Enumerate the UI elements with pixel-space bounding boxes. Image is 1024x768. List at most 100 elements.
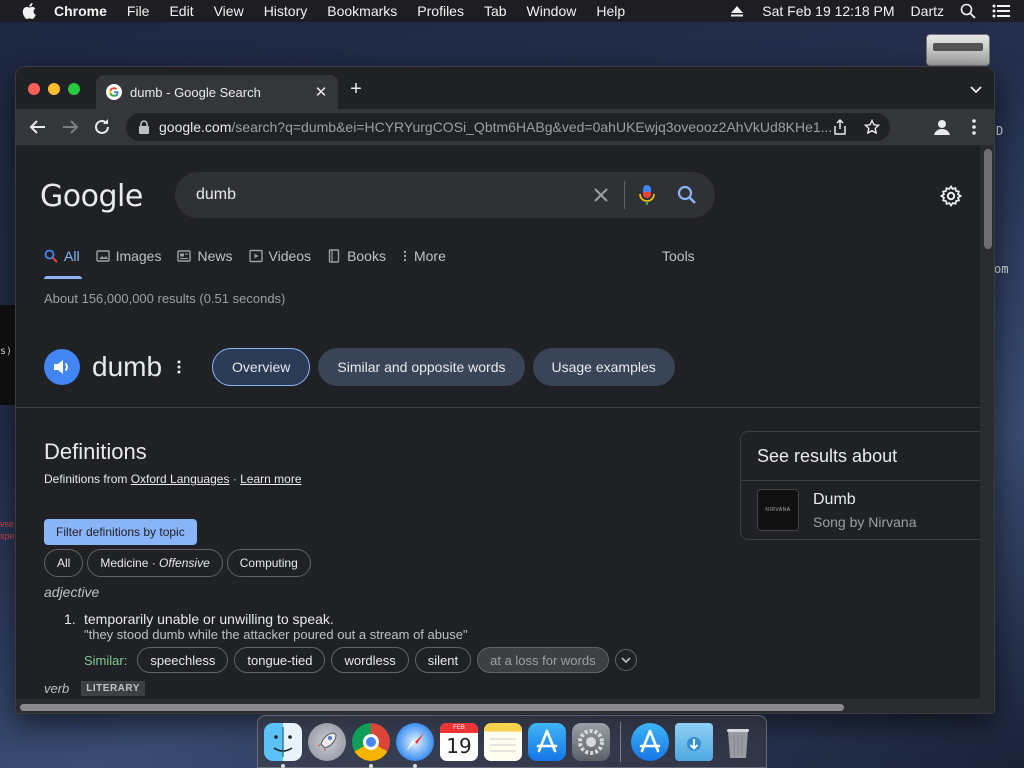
system-preferences-icon[interactable] xyxy=(572,722,610,761)
tab-books[interactable]: Books xyxy=(327,245,386,267)
tab-videos[interactable]: Videos xyxy=(248,245,311,267)
launchpad-icon[interactable] xyxy=(308,722,346,761)
search-box[interactable]: dumb xyxy=(175,172,715,218)
menu-app-chrome[interactable]: Chrome xyxy=(54,3,107,19)
lock-icon[interactable] xyxy=(138,120,150,134)
tab-images[interactable]: Images xyxy=(95,245,161,267)
related-result-title[interactable]: Dumb xyxy=(813,491,856,509)
menu-file[interactable]: File xyxy=(127,3,150,19)
nirvana-thumbnail[interactable]: NIRVANA xyxy=(757,489,799,531)
browser-tab[interactable]: dumb - Google Search ✕ xyxy=(96,75,338,109)
settings-gear-icon[interactable] xyxy=(940,185,962,207)
menu-bookmarks[interactable]: Bookmarks xyxy=(327,3,397,19)
image-icon xyxy=(95,250,110,262)
synonym-chip[interactable]: at a loss for words xyxy=(477,647,609,673)
dictionary-word: dumb xyxy=(92,351,163,382)
window-maximize-button[interactable] xyxy=(68,83,80,95)
menubar-datetime[interactable]: Sat Feb 19 12:18 PM xyxy=(762,3,894,19)
finder-icon[interactable] xyxy=(264,722,302,768)
new-tab-button[interactable]: + xyxy=(346,79,366,99)
search-type-tabs: All Images News Videos Books More xyxy=(44,245,462,279)
downloads-folder-icon[interactable] xyxy=(675,722,713,761)
clear-icon[interactable] xyxy=(592,186,610,204)
hard-drive-icon[interactable] xyxy=(926,34,990,66)
download-arrow-icon xyxy=(687,736,701,751)
search-input[interactable]: dumb xyxy=(196,186,592,204)
oxford-languages-link[interactable]: Oxford Languages xyxy=(131,472,230,486)
pronunciation-speaker-button[interactable] xyxy=(44,349,80,385)
sense-number: 1. xyxy=(64,611,76,627)
forward-arrow-icon[interactable] xyxy=(60,117,80,137)
expand-synonyms-button[interactable] xyxy=(614,649,637,671)
microphone-icon[interactable] xyxy=(639,184,655,206)
synonym-chip[interactable]: speechless xyxy=(137,647,229,673)
search-icon[interactable] xyxy=(677,185,697,205)
notes-icon[interactable] xyxy=(484,722,522,761)
reload-icon[interactable] xyxy=(92,117,112,137)
see-results-heading: See results about xyxy=(757,446,898,466)
synonym-chip[interactable]: silent xyxy=(414,647,472,673)
trash-icon[interactable] xyxy=(719,723,757,761)
safari-icon[interactable] xyxy=(396,722,434,768)
control-center-icon[interactable] xyxy=(992,4,1010,18)
address-bar[interactable]: google.com/search?q=dumb&ei=HCYRYurgCOSi… xyxy=(126,113,890,141)
background-text-right-2: om xyxy=(994,262,1009,276)
google-logo[interactable]: Google xyxy=(40,179,143,214)
chip-medicine[interactable]: Medicine · Offensive xyxy=(87,549,223,577)
url-text[interactable]: google.com/search?q=dumb&ei=HCYRYurgCOSi… xyxy=(159,119,849,135)
app-store-icon[interactable] xyxy=(528,722,566,761)
synonym-chip[interactable]: wordless xyxy=(331,647,409,673)
vertical-scroll-thumb[interactable] xyxy=(984,149,992,249)
menu-view[interactable]: View xyxy=(214,3,244,19)
rocket-icon xyxy=(318,731,337,751)
vertical-scrollbar[interactable] xyxy=(980,145,994,699)
usage-examples-pill[interactable]: Usage examples xyxy=(532,348,675,386)
window-minimize-button[interactable] xyxy=(48,83,60,95)
overview-pill[interactable]: Overview xyxy=(212,348,311,386)
spotlight-search-icon[interactable] xyxy=(960,3,976,19)
dock-separator xyxy=(620,721,621,762)
menu-tab[interactable]: Tab xyxy=(484,3,507,19)
horizontal-scrollbar[interactable] xyxy=(16,699,994,713)
similar-words-row: Similar: speechless tongue-tied wordless… xyxy=(84,647,637,673)
tab-books-label: Books xyxy=(347,248,386,264)
definition-sense-1: 1. temporarily unable or unwilling to spe… xyxy=(64,611,334,627)
learn-more-link[interactable]: Learn more xyxy=(240,472,301,486)
tab-strip: dumb - Google Search ✕ + xyxy=(16,67,994,109)
definitions-heading: Definitions xyxy=(44,439,147,464)
back-arrow-icon[interactable] xyxy=(28,117,48,137)
definitions-source: Definitions from Oxford Languages · Lear… xyxy=(44,472,302,486)
profile-avatar-icon[interactable] xyxy=(932,117,952,137)
word-options-icon[interactable] xyxy=(174,359,184,375)
share-icon[interactable] xyxy=(832,119,848,135)
chip-computing[interactable]: Computing xyxy=(226,549,311,577)
chrome-menu-icon[interactable] xyxy=(966,117,982,137)
eject-icon[interactable] xyxy=(730,5,744,17)
window-close-button[interactable] xyxy=(28,83,40,95)
synonym-chip[interactable]: tongue-tied xyxy=(234,647,326,673)
tools-button[interactable]: Tools xyxy=(662,248,695,264)
tab-search-chevron-icon[interactable] xyxy=(968,81,984,97)
tab-close-icon[interactable]: ✕ xyxy=(310,81,332,103)
menu-profiles[interactable]: Profiles xyxy=(417,3,464,19)
menu-history[interactable]: History xyxy=(264,3,308,19)
tab-all[interactable]: All xyxy=(44,245,82,279)
apple-logo-icon[interactable] xyxy=(22,3,36,19)
chrome-dock-icon[interactable] xyxy=(352,722,390,768)
chip-all[interactable]: All xyxy=(44,549,84,577)
calendar-icon[interactable]: FEB 19 xyxy=(440,722,478,761)
menu-help[interactable]: Help xyxy=(596,3,625,19)
menu-window[interactable]: Window xyxy=(527,3,577,19)
tab-title: dumb - Google Search xyxy=(130,84,261,100)
book-icon xyxy=(328,249,340,263)
menu-edit[interactable]: Edit xyxy=(169,3,193,19)
menubar-user[interactable]: Dartz xyxy=(911,3,944,19)
app-store-downloads-icon[interactable] xyxy=(631,722,669,761)
tab-news[interactable]: News xyxy=(177,245,233,267)
tab-more[interactable]: More xyxy=(402,245,446,267)
chrome-window: dumb - Google Search ✕ + google.com/sear… xyxy=(15,66,995,714)
search-results-page: Google dumb All Images News Videos Books… xyxy=(16,145,980,699)
bookmark-star-icon[interactable] xyxy=(864,119,880,135)
similar-opposite-words-pill[interactable]: Similar and opposite words xyxy=(318,348,525,386)
horizontal-scroll-thumb[interactable] xyxy=(20,704,844,711)
